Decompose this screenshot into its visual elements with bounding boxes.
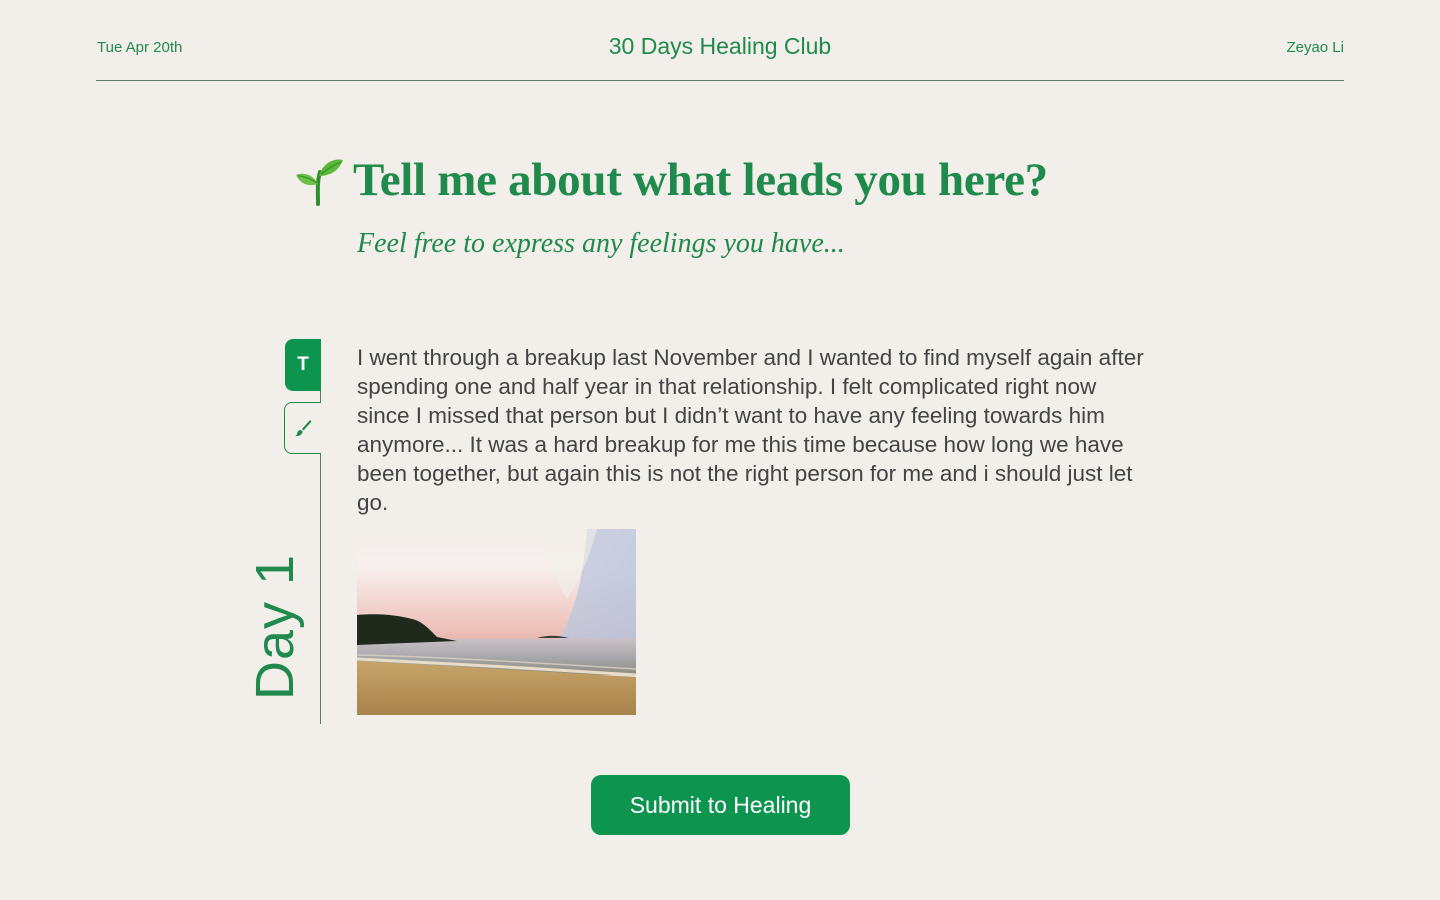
beach-sunset-image [357,529,636,715]
prompt-heading: Tell me about what leads you here? [353,154,1048,206]
user-name[interactable]: Zeyao Li [1286,39,1344,56]
beach-sunset-photo[interactable] [357,529,636,715]
text-tool-button[interactable]: T [285,339,321,391]
prompt-subheading: Feel free to express any feelings you ha… [357,228,845,259]
brush-tool-button[interactable] [284,402,321,454]
submit-button[interactable]: Submit to Healing [591,775,850,835]
sprout-icon [296,159,343,206]
text-tool-label: T [297,354,309,375]
toolbar-divider [320,339,321,724]
top-header: Tue Apr 20th 30 Days Healing Club Zeyao … [96,0,1344,81]
paintbrush-icon [295,420,312,437]
app-title[interactable]: 30 Days Healing Club [96,33,1344,60]
journal-entry-text[interactable]: I went through a breakup last November a… [357,343,1147,517]
prompt-title-row: Tell me about what leads you here? [293,150,1048,210]
day-label: Day 1 [245,553,305,700]
